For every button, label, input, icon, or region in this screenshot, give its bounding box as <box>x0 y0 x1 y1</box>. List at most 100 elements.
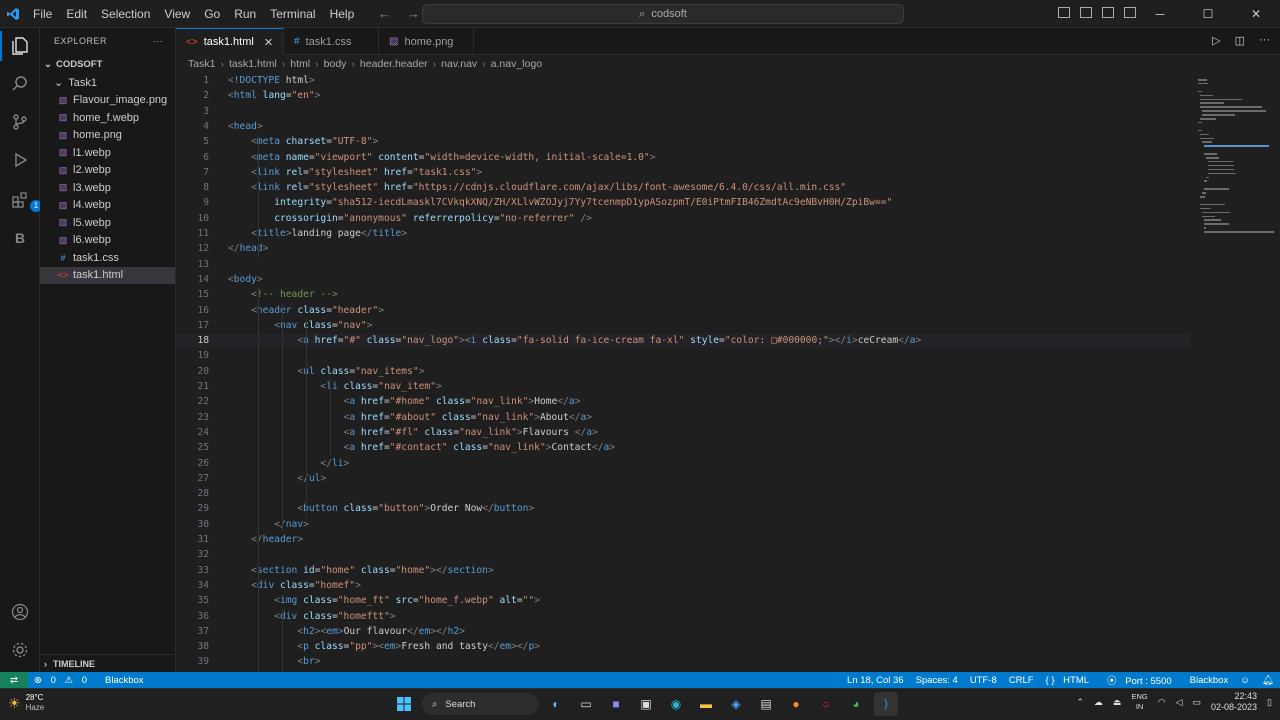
code-line[interactable]: 10 crossorigin="anonymous" referrerpolic… <box>176 211 1190 226</box>
menu-terminal[interactable]: Terminal <box>263 7 322 21</box>
code-line[interactable]: 39 <br> <box>176 654 1190 669</box>
menu-selection[interactable]: Selection <box>94 7 157 21</box>
code-line[interactable]: 15 <!-- header --> <box>176 287 1190 302</box>
close-window-icon[interactable]: ✕ <box>1232 0 1280 28</box>
manage-gear-icon[interactable] <box>8 638 32 662</box>
encoding[interactable]: UTF-8 <box>964 675 1003 686</box>
timeline-section[interactable]: › TIMELINE <box>40 654 176 672</box>
code-line[interactable]: 31 </header> <box>176 532 1190 547</box>
folder-task1[interactable]: ⌄ Task1 <box>40 74 175 92</box>
more-actions-icon[interactable]: ··· <box>153 36 164 46</box>
breadcrumb-item[interactable]: header.header <box>360 58 428 70</box>
code-line[interactable]: 23 <a href="#about" class="nav_link">Abo… <box>176 410 1190 425</box>
code-line[interactable]: 29 <button class="button">Order Now</but… <box>176 501 1190 516</box>
live-server-port[interactable]: ⦿ Port : 5500 <box>1101 673 1184 687</box>
onedrive-icon[interactable]: ☁ <box>1094 697 1103 708</box>
chevron-up-icon[interactable]: ⌃ <box>1076 697 1084 708</box>
source-control-icon[interactable] <box>8 110 32 134</box>
breadcrumb-item[interactable]: task1.html <box>229 58 277 70</box>
input-language[interactable]: ENG IN <box>1131 692 1147 712</box>
run-file-icon[interactable]: ▷ <box>1212 34 1220 47</box>
customize-layout-icon[interactable] <box>1124 7 1136 18</box>
blackbox-status-right[interactable]: Blackbox <box>1184 675 1235 686</box>
code-line[interactable]: 27 </ul> <box>176 471 1190 486</box>
remote-indicator-icon[interactable]: ⇄ <box>0 672 28 688</box>
code-line[interactable]: 9 integrity="sha512-iecdLmaskl7CVkqkXNQ/… <box>176 195 1190 210</box>
volume-icon[interactable]: ◁ <box>1176 697 1183 708</box>
code-line[interactable]: 11 <title>landing page</title> <box>176 226 1190 241</box>
code-line[interactable]: 13 <box>176 257 1190 272</box>
code-line[interactable]: 30 </nav> <box>176 517 1190 532</box>
minimize-icon[interactable]: ─ <box>1136 0 1184 28</box>
code-line[interactable]: 19 <box>176 348 1190 363</box>
clock[interactable]: 22:43 02-08-2023 <box>1211 691 1257 713</box>
code-line[interactable]: 6 <meta name="viewport" content="width=d… <box>176 150 1190 165</box>
teams-icon[interactable]: ■ <box>604 692 628 716</box>
maximize-icon[interactable]: ☐ <box>1184 0 1232 28</box>
mail-icon[interactable]: ▤ <box>754 692 778 716</box>
code-line[interactable]: 34 <div class="homef"> <box>176 578 1190 593</box>
file-item[interactable]: ▨ Flavour_image.png <box>40 92 175 110</box>
tab-task1-css[interactable]: # task1.css <box>284 28 380 55</box>
close-tab-icon[interactable]: ✕ <box>264 36 273 49</box>
accounts-icon[interactable] <box>8 600 32 624</box>
wifi-icon[interactable]: ◠ <box>1158 697 1166 708</box>
indentation[interactable]: Spaces: 4 <box>910 675 964 686</box>
blackbox-status-left[interactable]: Blackbox <box>99 675 150 686</box>
code-line[interactable]: 1 <!DOCTYPE html> <box>176 73 1190 88</box>
code-line[interactable]: 36 <div class="homeftt"> <box>176 609 1190 624</box>
chrome-icon[interactable]: ◕ <box>844 692 868 716</box>
windows-start-icon[interactable] <box>392 692 416 716</box>
file-explorer-icon[interactable]: ▬ <box>694 692 718 716</box>
code-line[interactable]: 14 <body> <box>176 272 1190 287</box>
extensions-icon[interactable]: 1 <box>8 188 42 212</box>
toggle-panel-icon[interactable] <box>1080 7 1092 18</box>
file-item[interactable]: ▨ l5.webp <box>40 214 175 232</box>
taskbar-search[interactable]: ⌕ Search <box>422 693 538 715</box>
file-item[interactable]: ▨ home_f.webp <box>40 109 175 127</box>
run-debug-icon[interactable] <box>8 148 32 172</box>
file-item[interactable]: ▨ l6.webp <box>40 232 175 250</box>
vscode-taskbar-icon[interactable]: ⟩ <box>874 692 898 716</box>
copilot-icon[interactable]: ◐ <box>544 692 568 716</box>
code-line[interactable]: 7 <link rel="stylesheet" href="task1.css… <box>176 165 1190 180</box>
end-of-line[interactable]: CRLF <box>1003 675 1040 686</box>
code-line[interactable]: 16 <header class="header"> <box>176 303 1190 318</box>
problems-indicator[interactable]: ⊗ 0 ⚠ 0 <box>28 675 99 686</box>
code-line[interactable]: 20 <ul class="nav_items"> <box>176 364 1190 379</box>
code-line[interactable]: 38 <p class="pp"><em>Fresh and tasty</em… <box>176 639 1190 654</box>
photos-icon[interactable]: ▣ <box>634 692 658 716</box>
file-item[interactable]: ▨ home.png <box>40 127 175 145</box>
weather-widget[interactable]: ☀ 28°C Haze <box>8 693 44 713</box>
code-line[interactable]: 17 <nav class="nav"> <box>176 318 1190 333</box>
code-line[interactable]: 5 <meta charset="UTF-8"> <box>176 134 1190 149</box>
code-editor[interactable]: 1 <!DOCTYPE html> 2 <html lang="en"> 3 4 <head… <box>176 73 1190 672</box>
menu-file[interactable]: File <box>26 7 59 21</box>
search-icon[interactable] <box>8 72 32 96</box>
file-item[interactable]: ▨ l2.webp <box>40 162 175 180</box>
task-view-icon[interactable]: ▭ <box>574 692 598 716</box>
code-line[interactable]: 33 <section id="home" class="home"></sec… <box>176 563 1190 578</box>
menu-run[interactable]: Run <box>227 7 263 21</box>
battery-icon[interactable]: ▭ <box>1192 697 1201 708</box>
breadcrumb-item[interactable]: nav.nav <box>441 58 477 70</box>
opera-icon[interactable]: ○ <box>814 692 838 716</box>
minimap[interactable] <box>1190 73 1280 672</box>
explorer-icon[interactable] <box>8 34 32 58</box>
code-line[interactable]: 12 </head> <box>176 241 1190 256</box>
blackbox-icon[interactable]: B <box>8 226 32 250</box>
breadcrumb-item[interactable]: a.nav_logo <box>491 58 542 70</box>
code-line[interactable]: 21 <li class="nav_item"> <box>176 379 1190 394</box>
code-line[interactable]: 37 <h2><em>Our flavour</em></h2> <box>176 624 1190 639</box>
code-line[interactable]: 4 <head> <box>176 119 1190 134</box>
breadcrumb-item[interactable]: Task1 <box>188 58 215 70</box>
command-center-search[interactable]: ⌕ codsoft <box>422 4 904 24</box>
code-line[interactable]: 28 <box>176 486 1190 501</box>
menu-edit[interactable]: Edit <box>59 7 94 21</box>
code-line[interactable]: 3 <box>176 104 1190 119</box>
file-item[interactable]: # task1.css <box>40 249 175 267</box>
workspace-folder[interactable]: ⌄ CODSOFT <box>40 54 175 74</box>
edge-browser-icon[interactable]: ◉ <box>664 692 688 716</box>
code-line[interactable]: 32 <box>176 547 1190 562</box>
code-line[interactable]: 24 <a href="#fl" class="nav_link">Flavou… <box>176 425 1190 440</box>
